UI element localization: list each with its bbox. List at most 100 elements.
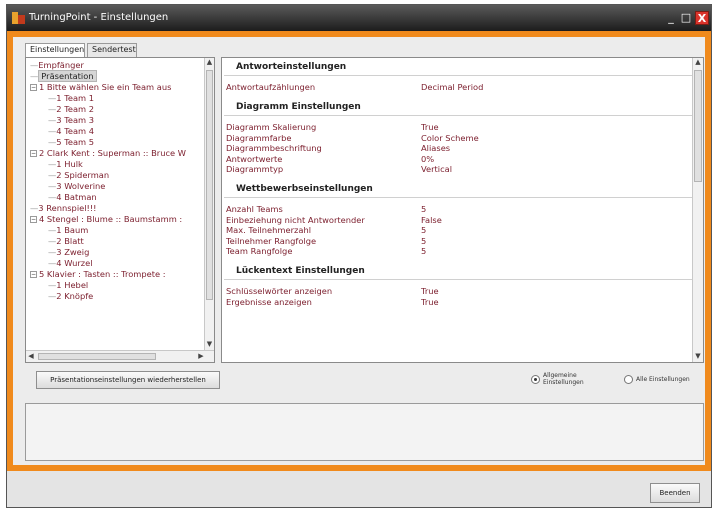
property-label[interactable]: Einbeziehung nicht Antwortender [226, 215, 365, 225]
scroll-right-icon[interactable]: ▶ [196, 351, 206, 362]
property-label[interactable]: Diagrammfarbe [226, 133, 292, 143]
window-title: TurningPoint - Einstellungen [29, 12, 169, 23]
tab-sendertest[interactable]: Sendertest [87, 43, 137, 57]
tree-item[interactable]: —2 Spiderman [48, 170, 109, 181]
settings-vertical-scrollbar[interactable]: ▲ ▼ [692, 58, 703, 362]
property-label[interactable]: Diagrammtyp [226, 164, 283, 174]
tree-item[interactable]: —4 Team 4 [48, 126, 94, 137]
property-value[interactable]: 5 [421, 236, 426, 246]
property-label[interactable]: Ergebnisse anzeigen [226, 297, 312, 307]
radio-all-settings-label: Alle Einstellungen [636, 376, 690, 383]
end-button[interactable]: Beenden [650, 483, 700, 503]
collapse-toggle-icon[interactable]: − [30, 150, 37, 157]
property-label[interactable]: Antwortwerte [226, 154, 282, 164]
tree-item[interactable]: —4 Batman [48, 192, 97, 203]
tree-item[interactable]: −1 Bitte wählen Sie ein Team aus [30, 82, 171, 93]
property-value[interactable]: Aliases [421, 143, 450, 153]
scroll-down-icon[interactable]: ▼ [693, 352, 703, 362]
tree-item[interactable]: —1 Hulk [48, 159, 83, 170]
tree-item-label: 4 Batman [56, 192, 97, 202]
property-label[interactable]: Antwortaufzählungen [226, 82, 315, 92]
property-value[interactable]: True [421, 286, 439, 296]
tree-item[interactable]: −2 Clark Kent : Superman :: Bruce W [30, 148, 186, 159]
collapse-toggle-icon[interactable]: − [30, 271, 37, 278]
tree-item-label: 1 Baum [56, 225, 89, 235]
tree-item[interactable]: —5 Team 5 [48, 137, 94, 148]
scroll-up-icon[interactable]: ▲ [205, 58, 214, 68]
radio-all-settings[interactable] [624, 375, 633, 384]
property-label[interactable]: Diagrammbeschriftung [226, 143, 322, 153]
tree-item[interactable]: —3 Wolverine [48, 181, 105, 192]
tree-item-label: Empfänger [38, 60, 84, 70]
section-divider [224, 197, 694, 199]
tab-einstellungen[interactable]: Einstellungen [25, 43, 85, 57]
tree-vertical-scrollbar[interactable]: ▲ ▼ [204, 58, 214, 350]
tree-item[interactable]: —2 Knöpfe [48, 291, 93, 302]
tree-item[interactable]: —2 Blatt [48, 236, 84, 247]
settings-tree[interactable]: —Empfänger — Präsentation −1 Bitte wählen S… [25, 57, 215, 363]
property-label[interactable]: Diagramm Skalierung [226, 122, 316, 132]
section-divider [224, 75, 694, 76]
tree-item[interactable]: —3 Rennspiel!!! [30, 203, 97, 214]
property-label[interactable]: Anzahl Teams [226, 204, 283, 214]
tree-item-label: 3 Rennspiel!!! [38, 203, 97, 213]
property-label[interactable]: Schlüsselwörter anzeigen [226, 286, 332, 296]
tree-item-label: 5 Team 5 [56, 137, 95, 147]
scroll-thumb[interactable] [206, 70, 213, 300]
tree-item-label: 3 Zweig [56, 247, 90, 257]
tree-item-label: 1 Hebel [56, 280, 89, 290]
tree-item[interactable]: —2 Team 2 [48, 104, 94, 115]
property-value[interactable]: 0% [421, 154, 434, 164]
property-label[interactable]: Max. Teilnehmerzahl [226, 225, 311, 235]
tree-item-label: 3 Wolverine [56, 181, 106, 191]
radio-general-settings[interactable] [531, 375, 540, 384]
tree-item[interactable]: —4 Wurzel [48, 258, 93, 269]
settings-window: TurningPoint - Einstellungen _ □ X Einst… [6, 4, 712, 508]
section-title: Antworteinstellungen [236, 62, 347, 72]
section-title: Wettbewerbseinstellungen [236, 184, 373, 195]
property-value[interactable]: Color Scheme [421, 133, 479, 143]
property-label[interactable]: Teilnehmer Rangfolge [226, 236, 316, 246]
description-box [25, 403, 704, 461]
scroll-up-icon[interactable]: ▲ [693, 58, 703, 68]
tree-item-label: 1 Team 1 [56, 93, 95, 103]
bottom-bar: Beenden [7, 471, 711, 507]
scroll-down-icon[interactable]: ▼ [205, 340, 214, 350]
tree-item-label: 2 Blatt [56, 236, 84, 246]
property-label[interactable]: Team Rangfolge [226, 246, 292, 256]
content-frame: Einstellungen Sendertest —Empfänger — Präs… [7, 31, 711, 471]
collapse-toggle-icon[interactable]: − [30, 216, 37, 223]
property-value[interactable]: Vertical [421, 164, 452, 174]
property-value[interactable]: Decimal Period [421, 82, 483, 92]
tree-item[interactable]: —3 Zweig [48, 247, 89, 258]
scroll-left-icon[interactable]: ◀ [26, 351, 36, 362]
tree-item[interactable]: −4 Stengel : Blume :: Baumstamm : [30, 214, 182, 225]
collapse-toggle-icon[interactable]: − [30, 84, 37, 91]
property-value[interactable]: 5 [421, 204, 426, 214]
tree-item-label: 4 Stengel : Blume :: Baumstamm : [39, 214, 183, 224]
scroll-thumb[interactable] [38, 353, 156, 360]
minimize-button[interactable]: _ [664, 11, 678, 25]
section-title: Diagramm Einstellungen [236, 102, 361, 113]
tree-item[interactable]: —1 Team 1 [48, 93, 94, 104]
close-button[interactable]: X [695, 11, 709, 25]
property-value[interactable]: False [421, 215, 442, 225]
tree-item-label: 5 Klavier : Tasten :: Trompete : [39, 269, 166, 279]
tree-item-label: 2 Knöpfe [56, 291, 94, 301]
tree-item-label: 2 Team 2 [56, 104, 95, 114]
title-bar[interactable]: TurningPoint - Einstellungen _ □ X [7, 5, 711, 31]
tree-item[interactable]: —1 Hebel [48, 280, 88, 291]
tree-item[interactable]: — Präsentation [30, 70, 97, 82]
maximize-button[interactable]: □ [679, 11, 693, 25]
tree-item[interactable]: —1 Baum [48, 225, 88, 236]
property-value[interactable]: True [421, 297, 439, 307]
property-value[interactable]: 5 [421, 225, 426, 235]
tree-item[interactable]: —3 Team 3 [48, 115, 94, 126]
settings-property-grid[interactable]: Antworteinstellungen Antwortaufzählungen D… [221, 57, 704, 363]
property-value[interactable]: 5 [421, 246, 426, 256]
property-value[interactable]: True [421, 122, 439, 132]
scroll-thumb[interactable] [694, 70, 702, 182]
tree-horizontal-scrollbar[interactable]: ◀ ▶ [26, 350, 214, 362]
restore-presentation-settings-button[interactable]: Präsentationseinstellungen wiederherstel… [36, 371, 220, 389]
tree-item[interactable]: −5 Klavier : Tasten :: Trompete : [30, 269, 166, 280]
